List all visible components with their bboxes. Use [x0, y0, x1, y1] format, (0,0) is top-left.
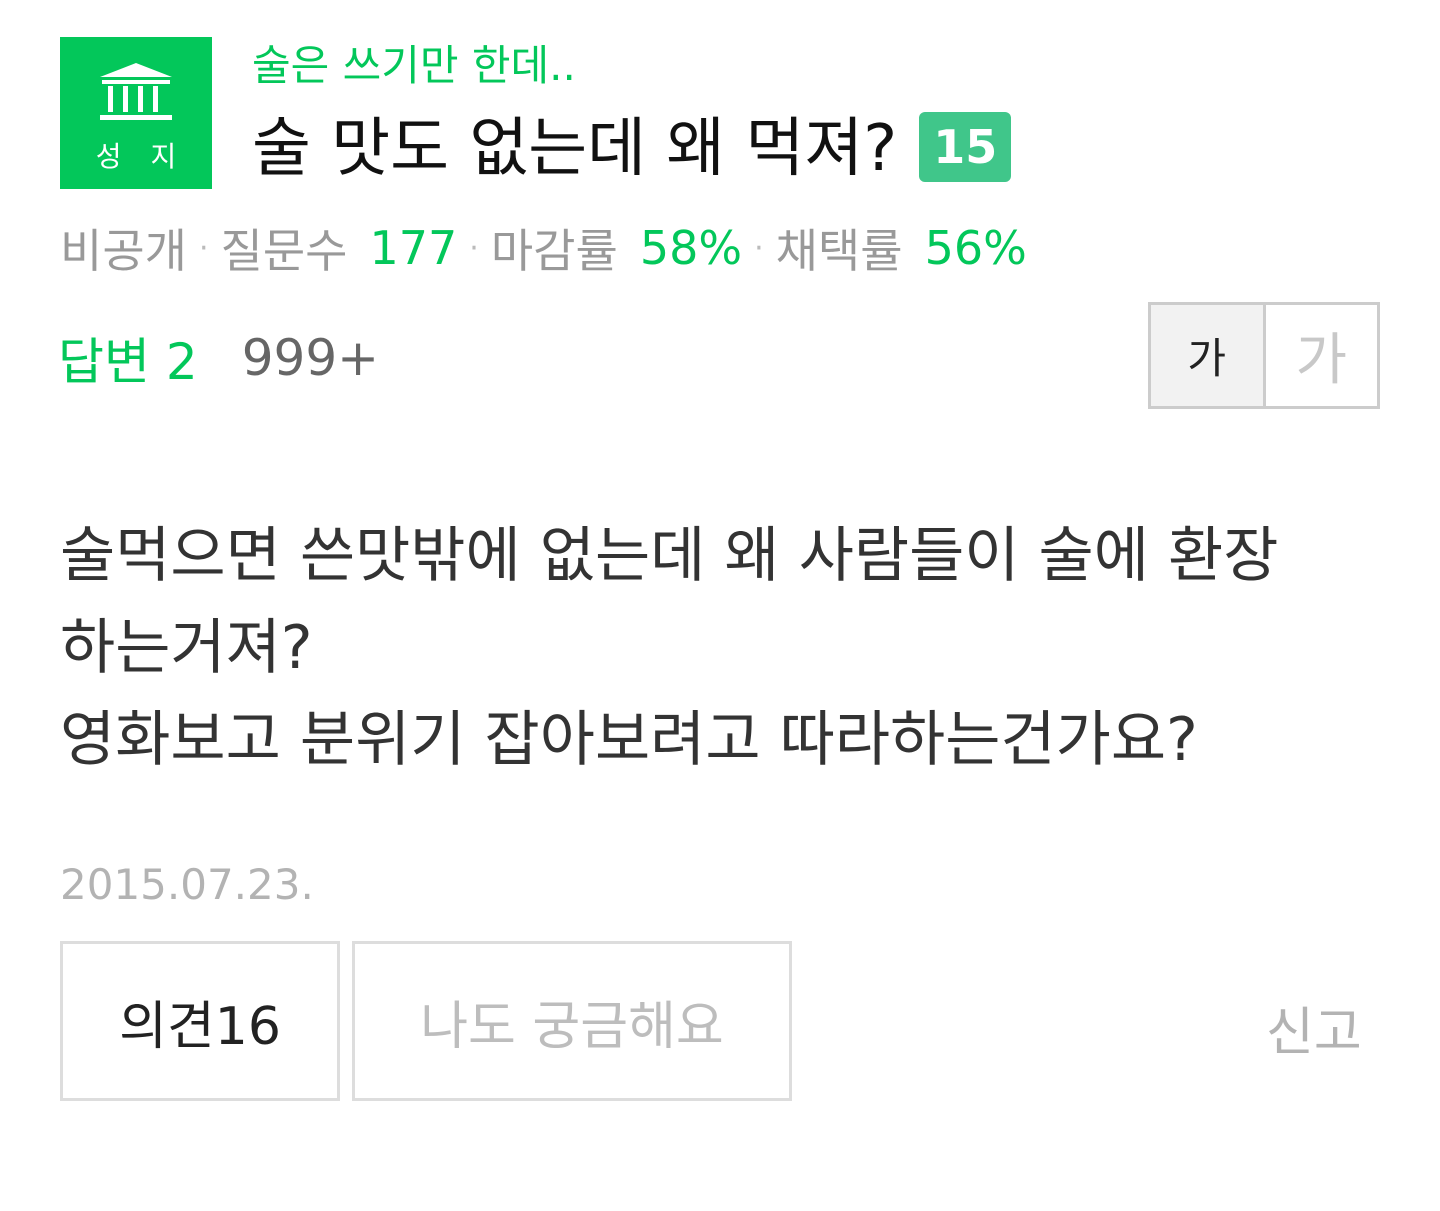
me-too-curious-button[interactable]: 나도 궁금해요 [352, 941, 792, 1101]
answers-row: 답변 2 999+ [58, 328, 380, 391]
question-date: 2015.07.23. [60, 860, 314, 909]
questions-label: 질문수 [220, 224, 348, 278]
pillar-building-icon [100, 63, 172, 120]
question-body: 술먹으면 쓴맛밖에 없는데 왜 사람들이 술에 환장 하는거져? 영화보고 분위… [60, 510, 1380, 786]
font-size-toggle: 가 가 [1148, 302, 1380, 409]
report-link[interactable]: 신고 [1266, 990, 1362, 1065]
separator-dot: · [754, 230, 764, 266]
category-badge-label: 성 지 [95, 140, 187, 173]
title-count-badge: 15 [919, 112, 1012, 182]
question-title: 술 맛도 없는데 왜 먹져? [252, 112, 898, 186]
font-size-small-button[interactable]: 가 [1151, 305, 1266, 406]
separator-dot: · [469, 230, 479, 266]
question-subtitle: 술은 쓰기만 한데.. [252, 41, 576, 90]
opinion-button[interactable]: 의견16 [60, 941, 340, 1101]
font-size-large-button[interactable]: 가 [1265, 305, 1377, 406]
question-body-line: 술먹으면 쓴맛밖에 없는데 왜 사람들이 술에 환장 [60, 521, 1279, 591]
asker-stats: 비공개 · 질문수 177 · 마감률 58% · 채택률 56% [60, 218, 1027, 278]
question-body-line: 하는거져? [60, 613, 313, 683]
category-badge[interactable]: 성 지 [60, 37, 212, 189]
answer-count[interactable]: 답변 2 [58, 322, 198, 394]
visibility-label: 비공개 [60, 224, 187, 278]
questions-value: 177 [369, 221, 458, 275]
close-rate-value: 58% [639, 221, 743, 275]
title-row: 술 맛도 없는데 왜 먹져? 15 [252, 103, 1012, 186]
question-body-line: 영화보고 분위기 잡아보려고 따라하는건가요? [60, 705, 1198, 775]
close-rate-label: 마감률 [490, 224, 618, 278]
adopt-rate-label: 채택률 [775, 224, 903, 278]
separator-dot: · [198, 230, 209, 266]
adopt-rate-value: 56% [924, 221, 1027, 275]
view-count: 999+ [241, 329, 380, 387]
